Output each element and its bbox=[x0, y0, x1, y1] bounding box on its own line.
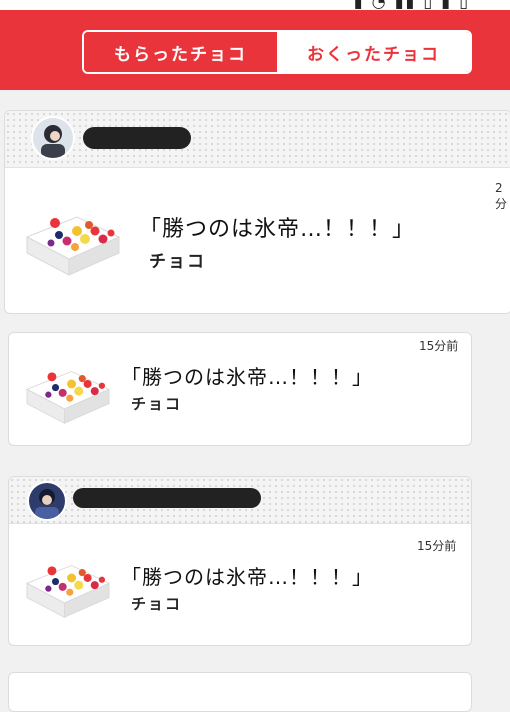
tab-sent-chocolate[interactable]: おくったチョコ bbox=[277, 32, 470, 72]
timestamp: 2分 bbox=[495, 181, 508, 211]
avatar-image bbox=[33, 118, 73, 158]
chocolate-title: 「勝つのは氷帝…！！！」 bbox=[139, 217, 416, 242]
app-header: もらったチョコ おくったチョコ bbox=[0, 10, 510, 90]
sender-avatar[interactable] bbox=[27, 481, 67, 521]
segmented-control: もらったチョコ おくったチョコ bbox=[82, 30, 472, 74]
tab-received-chocolate[interactable]: もらったチョコ bbox=[84, 32, 277, 72]
chocolate-title: 「勝つのは氷帝…！！！」 bbox=[121, 365, 373, 389]
chocolate-card[interactable]: 15分前 「勝つのは氷帝…！！！」 チョコ bbox=[8, 476, 472, 646]
avatar-image bbox=[29, 483, 65, 519]
chocolate-box-image bbox=[26, 216, 120, 276]
chocolate-card[interactable]: 2分 「勝つのは氷帝…！！！」 チョコ bbox=[4, 110, 510, 314]
card-header bbox=[5, 111, 510, 168]
timestamp: 15分前 bbox=[419, 339, 459, 353]
sender-name-redacted bbox=[83, 127, 191, 149]
chocolate-type: チョコ bbox=[131, 395, 183, 413]
sender-avatar[interactable] bbox=[31, 116, 75, 160]
status-bar: ▮ ◔ ▮▮ ▯ ▮ ▯ bbox=[0, 0, 510, 10]
chocolate-box-image bbox=[26, 371, 110, 424]
chocolate-type: チョコ bbox=[149, 252, 206, 272]
timestamp: 15分前 bbox=[417, 539, 457, 553]
status-icons: ▮ ◔ ▮▮ ▯ ▮ ▯ bbox=[353, 0, 470, 10]
sender-name-redacted bbox=[73, 488, 261, 508]
chocolate-card[interactable]: 15分前 「勝つのは氷帝…！！！」 チョコ bbox=[8, 332, 472, 446]
chocolate-card[interactable] bbox=[8, 672, 472, 712]
chocolate-type: チョコ bbox=[131, 595, 183, 613]
chocolate-box-image bbox=[26, 565, 110, 618]
chocolate-title: 「勝つのは氷帝…！！！」 bbox=[121, 565, 373, 589]
